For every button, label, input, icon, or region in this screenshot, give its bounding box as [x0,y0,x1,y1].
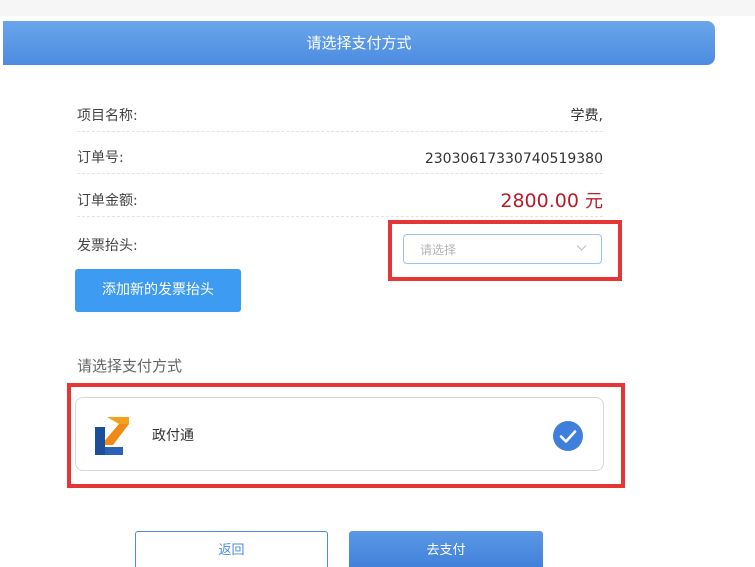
top-band [0,0,755,16]
payment-page: 请选择支付方式 项目名称: 学费, 订单号: 23030617330740519… [0,0,755,567]
invoice-select-highlight [388,220,622,281]
order-number-row: 订单号: 23030617330740519380 [77,146,603,174]
order-number-label: 订单号: [77,150,124,166]
back-button[interactable]: 返回 [135,531,328,567]
payment-method-zhengfutong[interactable]: 政付通 [75,397,604,471]
zhengfutong-logo-icon [95,417,129,455]
go-pay-button[interactable]: 去支付 [349,531,543,567]
order-amount-label: 订单金额: [77,193,138,209]
payment-method-name: 政付通 [152,428,194,444]
checkmark-circle-icon [553,421,583,451]
amount-unit: 元 [585,191,603,212]
order-number-value: 23030617330740519380 [424,151,603,167]
project-name-label: 项目名称: [77,108,138,124]
order-amount-row: 订单金额: 2800.00 元 [77,189,603,217]
add-invoice-title-button[interactable]: 添加新的发票抬头 [75,269,241,312]
payment-method-section-title: 请选择支付方式 [77,357,183,375]
page-header: 请选择支付方式 [3,21,715,65]
project-name-value: 学费, [570,108,603,124]
page-title: 请选择支付方式 [306,34,412,52]
order-amount-value: 2800.00 元 [500,187,603,213]
invoice-title-label: 发票抬头: [77,238,138,254]
amount-number: 2800.00 [500,190,579,212]
project-name-row: 项目名称: 学费, [77,104,603,132]
